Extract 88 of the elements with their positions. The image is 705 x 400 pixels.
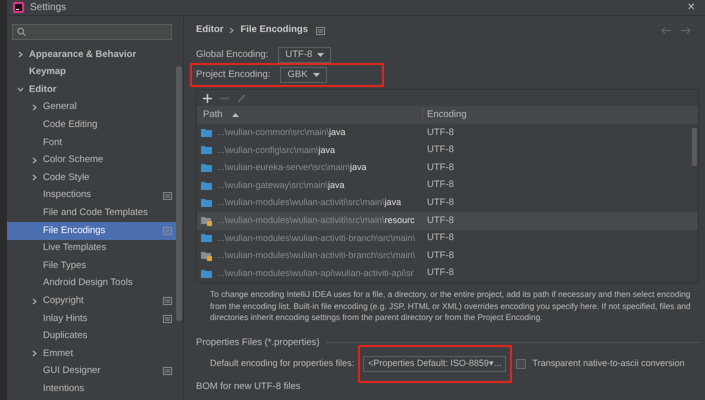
close-button[interactable]: ✕ (683, 2, 699, 12)
caret-icon (312, 73, 320, 77)
folder-icon (201, 164, 212, 172)
folder-icon (201, 270, 212, 278)
folder-icon (201, 182, 212, 190)
folder-icon (201, 128, 212, 137)
sidebar-item[interactable]: Copyright (43, 294, 84, 308)
breadcrumb-item: File Encodings (240, 23, 308, 38)
sidebar-item[interactable]: Color Scheme (43, 153, 104, 168)
table-cell-text: UTF-8 (426, 143, 454, 158)
folder-icon (201, 234, 212, 242)
sidebar-item[interactable]: Intentions (43, 382, 84, 396)
chevron-right-icon[interactable] (16, 51, 24, 58)
window-title: Settings (30, 1, 66, 15)
project-scope-icon (163, 367, 172, 376)
table-cell-text: ...\wulian-modules\wulian-activiti-branch\src\main\ (217, 232, 416, 245)
sidebar-item[interactable]: Android Design Tools (43, 276, 133, 291)
project-scope-icon (163, 297, 172, 306)
sidebar-item[interactable]: Inlay Hints (43, 312, 88, 326)
sidebar-item[interactable]: File and Code Templates (43, 206, 148, 220)
field-label: Project Encoding: (196, 68, 270, 82)
sidebar-item[interactable]: Inspections (43, 188, 92, 203)
table-cell-text: ...\wulian-modules\wulian-activiti\src\main\resourc (217, 214, 415, 228)
breadcrumb-item: Editor (196, 23, 224, 38)
sidebar-item[interactable]: General (43, 100, 77, 115)
sidebar-item[interactable]: Font (43, 136, 62, 150)
checkbox[interactable] (516, 359, 526, 370)
table-cell-text: UTF-8 (426, 160, 454, 175)
sidebar-item[interactable]: File Types (43, 258, 86, 274)
chevron-down-icon[interactable] (16, 86, 24, 94)
description-text: To change encoding IntelliJ IDEA uses for a file, a directory, or the entire project, add its path if necessary and then select encoding from the encoding list. Built-in file encoding (e.g. JSP, HTML or XML) overrides encoding you specify here. If not specified, files and directories inherit encoding settings from the parent directory or from the Project Encoding. (209, 288, 692, 324)
search-icon (17, 27, 26, 37)
encoding-dropdown[interactable]: <Properties Default: ISO-8859▾... (363, 356, 506, 372)
scrollbar[interactable] (692, 128, 697, 166)
add-icon[interactable] (203, 94, 212, 102)
sidebar-item[interactable]: Code Editing (43, 118, 98, 132)
chevron-right-icon[interactable] (30, 104, 38, 112)
encoding-dropdown[interactable]: UTF-8 (278, 47, 332, 63)
sidebar-item[interactable]: Emmet (43, 346, 74, 362)
table-cell-text: UTF-8 (426, 126, 454, 140)
sidebar-item[interactable]: Code Style (43, 170, 90, 186)
chevron-right-icon[interactable] (30, 298, 38, 305)
encoding-dropdown[interactable]: GBK (280, 67, 327, 83)
table-cell-text: ...\wulian-config\src\main\java (217, 144, 336, 157)
table-cell-text: ...\wulian-modules\wulian-api\wulian-activiti-api\sr (217, 266, 414, 280)
sidebar-item[interactable]: Editor (29, 82, 56, 98)
table-cell-text: UTF-8 (426, 248, 454, 263)
scrollbar[interactable] (176, 66, 182, 321)
table-cell-text: ...\wulian-modules\wulian-activiti-branch\src\main\ (217, 249, 416, 262)
table-cell-text: UTF-8 (426, 231, 454, 246)
caret-icon (317, 53, 324, 57)
column-header[interactable]: Path (203, 108, 223, 122)
table-cell-text: UTF-8 (426, 266, 454, 280)
table-cell-text: UTF-8 (426, 214, 454, 228)
sidebar-item[interactable]: Duplicates (43, 329, 88, 344)
search-field[interactable] (12, 24, 172, 40)
selected-row-background[interactable]: ...\wulian-modules\wulian-activiti\src\main\resourc UTF-8 (197, 212, 698, 230)
checkbox-label: Transparent native-to-ascii conversion (532, 357, 685, 370)
sidebar-item[interactable]: GUI Designer (43, 364, 101, 379)
chevron-right-icon (229, 27, 234, 34)
resource-folder-icon (201, 216, 212, 226)
app-logo-icon (13, 2, 24, 13)
project-scope-icon (163, 192, 172, 200)
chevron-right-icon[interactable] (30, 350, 38, 358)
table-cell-text: UTF-8 (426, 178, 454, 192)
resource-folder-icon (201, 250, 212, 261)
sidebar-item[interactable]: Live Templates (43, 241, 106, 256)
selected-row-background[interactable]: File Encodings (7, 222, 176, 240)
project-scope-icon (163, 226, 172, 235)
table-cell-text: ...\wulian-eureka-server\src\main\java (217, 161, 367, 174)
project-scope-icon (163, 314, 172, 323)
table-cell-text: UTF-8 (426, 196, 454, 210)
project-scope-icon (316, 26, 326, 34)
chevron-right-icon[interactable] (30, 174, 38, 182)
folder-icon (201, 199, 212, 208)
field-label: Global Encoding: (196, 48, 268, 62)
sidebar-item[interactable]: Appearance & Behavior (29, 48, 136, 62)
table-cell-text: ...\wulian-modules\wulian-activiti\src\main\java (217, 196, 402, 210)
table-cell-text: ...\wulian-common\src\main\java (217, 126, 346, 140)
sidebar-item[interactable]: File Encodings (43, 224, 106, 238)
section-title: BOM for new UTF-8 files (196, 380, 302, 394)
section-title: Properties Files (*.properties) (196, 336, 320, 350)
folder-icon (201, 146, 212, 154)
field-label: Default encoding for properties files: (210, 357, 354, 370)
column-header[interactable]: Encoding (427, 108, 467, 120)
chevron-right-icon[interactable] (30, 156, 38, 164)
sidebar-item[interactable]: Keymap (29, 65, 66, 80)
table-cell-text: ...\wulian-gateway\src\main\java (217, 178, 345, 192)
